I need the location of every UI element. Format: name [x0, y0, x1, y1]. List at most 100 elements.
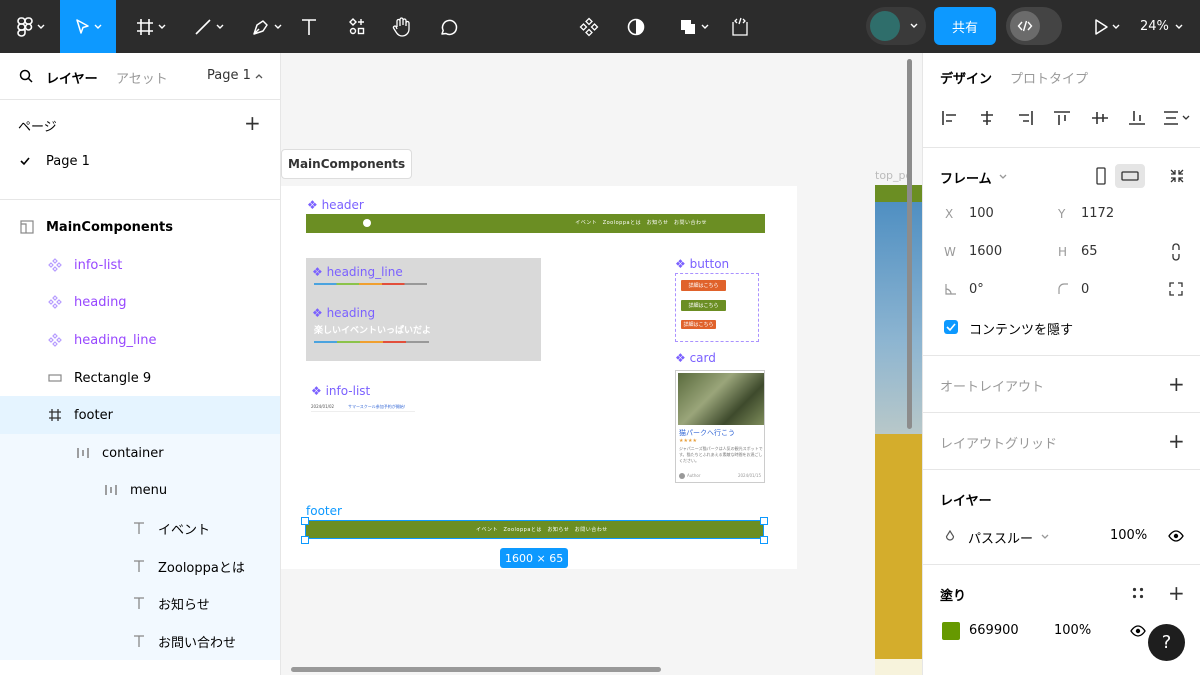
independent-corners-icon[interactable] [1168, 281, 1184, 297]
share-button[interactable]: 共有 [934, 7, 996, 45]
vertical-scrollbar[interactable] [907, 59, 912, 429]
top-pc-frame-preview[interactable] [875, 185, 922, 675]
h-input[interactable]: 65 [1081, 244, 1098, 259]
comment-tool-button[interactable] [436, 0, 462, 53]
page-selector[interactable]: Page 1 [207, 68, 263, 83]
canvas[interactable]: MainComponents ❖ header イベント Zooloppaとは … [281, 53, 922, 675]
layer-item[interactable]: heading [0, 283, 280, 321]
resources-button[interactable] [344, 0, 370, 53]
toolbar: 共有 24% [0, 0, 1200, 53]
selection-size-badge: 1600 × 65 [500, 548, 569, 568]
component-label-text: heading_line [326, 265, 403, 279]
present-button[interactable] [1086, 0, 1126, 53]
mask-button[interactable] [624, 0, 648, 53]
distribute-menu-icon[interactable] [1163, 110, 1191, 126]
horizontal-scrollbar[interactable] [291, 667, 661, 672]
tab-assets[interactable]: アセット [116, 68, 168, 87]
frame-section-title[interactable]: フレーム [940, 168, 992, 187]
fill-color-swatch[interactable] [942, 622, 960, 640]
pen-tool-button[interactable] [240, 0, 292, 53]
y-input[interactable]: 1172 [1081, 206, 1114, 221]
chevron-down-icon[interactable] [1041, 534, 1049, 540]
frame-layer-icon [19, 219, 35, 235]
align-horizontal-center-icon[interactable] [978, 110, 996, 126]
layer-opacity-input[interactable]: 100% [1110, 528, 1147, 543]
add-fill-button[interactable]: + [1168, 583, 1185, 603]
align-vertical-center-icon[interactable] [1091, 110, 1109, 126]
text-tool-button[interactable] [296, 0, 322, 53]
hand-tool-button[interactable] [388, 0, 416, 53]
resize-handle[interactable] [760, 536, 768, 544]
align-top-icon[interactable] [1053, 110, 1071, 126]
layer-item[interactable]: menu [0, 471, 280, 509]
layer-item[interactable]: Rectangle 9 [0, 359, 280, 397]
landscape-orientation-button[interactable] [1115, 164, 1145, 188]
crop-button[interactable] [728, 0, 752, 53]
radius-input[interactable]: 0 [1081, 282, 1089, 297]
dev-mode-toggle[interactable] [1006, 7, 1062, 45]
component-diamond-icon [579, 17, 599, 36]
constrain-proportions-icon[interactable] [1170, 243, 1182, 261]
main-components-frame[interactable]: ❖ header イベント Zooloppaとは お知らせ お問い合わせ ❖ h… [281, 186, 797, 569]
card-component[interactable]: 猫パークへ行こう ★★★★ ジャパニーズ猫パークは人気の観光スポットです。猫たち… [675, 370, 765, 483]
resize-handle[interactable] [760, 517, 768, 525]
zoom-menu[interactable]: 24% [1140, 0, 1183, 53]
frame-tool-button[interactable] [124, 0, 176, 53]
button-variants-box[interactable]: 詳細はこちら 詳細はこちら 詳細はこちら [675, 273, 759, 342]
button-variant[interactable]: 詳細はこちら [681, 280, 726, 291]
user-avatar-menu[interactable] [866, 7, 926, 45]
blend-mode-select[interactable]: パススルー [968, 528, 1033, 547]
layer-item[interactable]: info-list [0, 246, 280, 284]
add-page-button[interactable]: + [244, 113, 261, 133]
info-list-item[interactable]: 2024/01/02 サマースクール参加予約が開始！ [311, 403, 415, 412]
search-icon[interactable] [19, 69, 33, 83]
layer-item[interactable]: Zooloppaとは [0, 547, 280, 585]
chevron-down-icon[interactable] [999, 174, 1007, 180]
help-button[interactable]: ? [1148, 624, 1185, 661]
align-left-icon[interactable] [941, 110, 959, 126]
clip-content-checkbox[interactable] [944, 320, 958, 334]
button-variant[interactable]: 詳細はこちら [681, 300, 726, 311]
footer-component-selected[interactable]: イベント Zooloppaとは お知らせ お問い合わせ [305, 520, 764, 539]
frame-name-label[interactable]: MainComponents [281, 149, 413, 179]
layer-item[interactable]: heading_line [0, 321, 280, 359]
move-tool-button[interactable] [60, 0, 116, 53]
layer-item[interactable]: お知らせ [0, 584, 280, 622]
layer-section-title: レイヤー [940, 494, 992, 509]
styles-grid-icon[interactable] [1131, 586, 1145, 600]
resize-to-fit-icon[interactable] [1169, 168, 1185, 184]
add-layout-grid-button[interactable]: + [1168, 431, 1185, 451]
eye-icon[interactable] [1168, 530, 1184, 542]
fill-hex-input[interactable]: 669900 [969, 623, 1019, 638]
header-component[interactable]: イベント Zooloppaとは お知らせ お問い合わせ [306, 214, 765, 233]
tab-design[interactable]: デザイン [940, 68, 992, 87]
heading-components-group[interactable]: ❖ heading_line ❖ heading 楽しいイベントいっぱいだよ [306, 258, 541, 361]
fill-opacity-input[interactable]: 100% [1054, 623, 1091, 638]
page-item[interactable]: Page 1 [0, 149, 280, 177]
w-input[interactable]: 1600 [969, 244, 1002, 259]
rotation-input[interactable]: 0° [969, 282, 984, 297]
layer-item[interactable]: container [0, 434, 280, 472]
button-variant[interactable]: 詳細はこちら [681, 320, 716, 329]
auto-layout-title: オートレイアウト [940, 380, 1045, 395]
tab-layers[interactable]: レイヤー [46, 68, 98, 87]
create-component-button[interactable] [577, 0, 601, 53]
main-menu-button[interactable] [0, 0, 60, 53]
eye-icon[interactable] [1130, 625, 1146, 637]
resize-handle[interactable] [301, 517, 309, 525]
x-input[interactable]: 100 [969, 206, 994, 221]
layer-item-selected[interactable]: footer [0, 396, 280, 434]
layer-item[interactable]: イベント [0, 509, 280, 547]
tab-prototype[interactable]: プロトタイプ [1010, 68, 1088, 87]
align-bottom-icon[interactable] [1128, 110, 1146, 126]
portrait-orientation-icon[interactable] [1095, 167, 1107, 185]
layer-label: footer [74, 407, 113, 423]
add-auto-layout-button[interactable]: + [1168, 374, 1185, 394]
design-header-section: デザイン プロトタイプ [923, 53, 1200, 148]
boolean-ops-button[interactable] [672, 0, 714, 53]
layer-item[interactable]: MainComponents [0, 208, 280, 246]
align-right-icon[interactable] [1016, 110, 1034, 126]
line-tool-button[interactable] [182, 0, 234, 53]
layer-item[interactable]: お問い合わせ [0, 622, 280, 660]
resize-handle[interactable] [301, 536, 309, 544]
